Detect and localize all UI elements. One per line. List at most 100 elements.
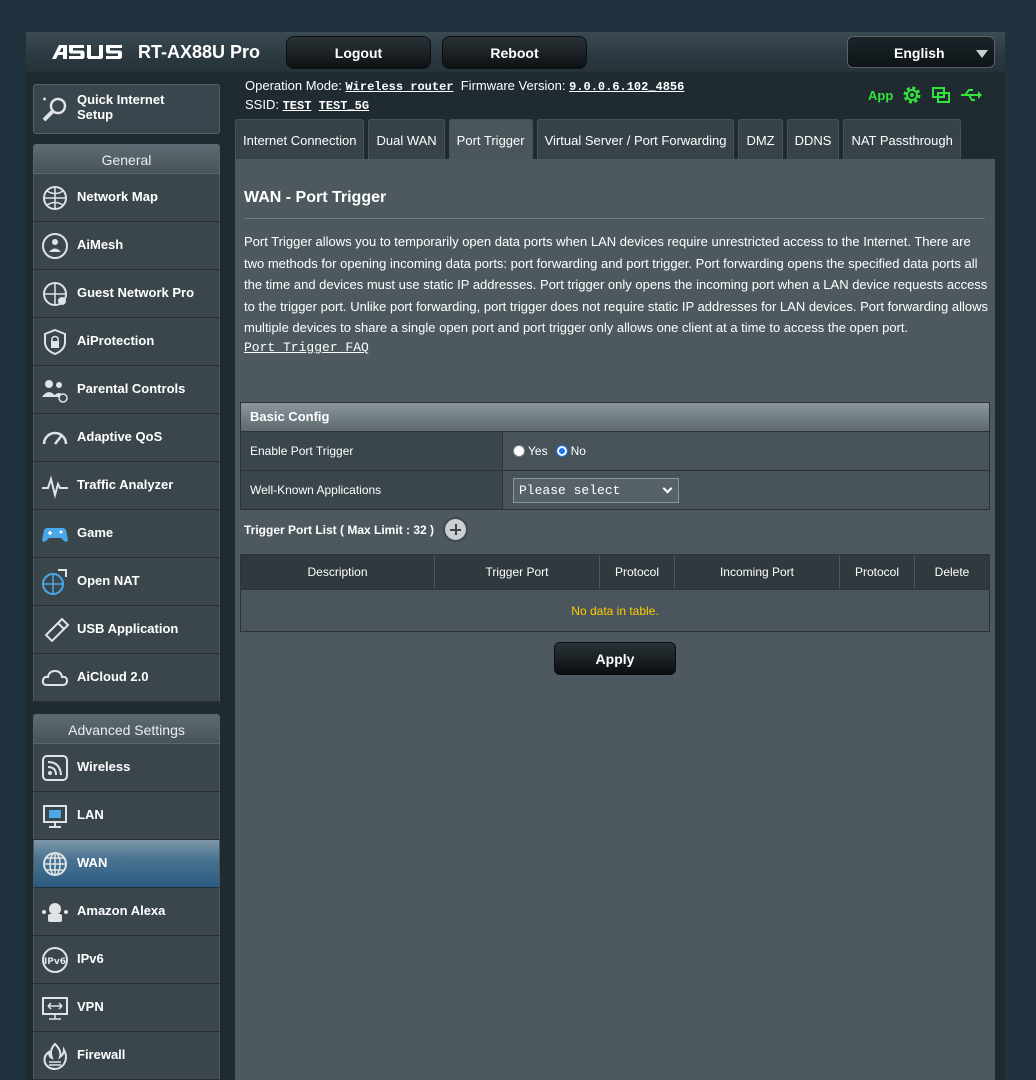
basic-config-table: Basic Config Enable Port Trigger Yes No … <box>240 402 990 510</box>
nav-item-aimesh[interactable]: AiMesh <box>33 222 220 270</box>
nav-item-aicloud[interactable]: AiCloud 2.0 <box>33 654 220 702</box>
nav-item-ipv6[interactable]: IPv6 IPv6 <box>33 936 220 984</box>
enable-port-trigger-label: Enable Port Trigger <box>241 432 503 470</box>
nav-item-network-map[interactable]: Network Map <box>33 174 220 222</box>
well-known-apps-cell: Please select <box>503 471 989 509</box>
nav-label: Network Map <box>77 189 158 204</box>
column-header: Delete <box>934 565 970 579</box>
quick-internet-setup[interactable]: Quick Internet Setup <box>33 84 220 134</box>
nav-item-guest-network[interactable]: Guest Network Pro <box>33 270 220 318</box>
guest-network-icon <box>43 282 67 306</box>
page-title: WAN - Port Trigger <box>244 189 387 206</box>
nav-item-game[interactable]: Game <box>33 510 220 558</box>
pulse-icon <box>42 475 68 499</box>
nav-label: WAN <box>77 855 108 870</box>
empty-table-message: No data in table. <box>241 589 989 631</box>
language-select[interactable]: English <box>847 36 995 68</box>
nav-label: LAN <box>77 807 104 822</box>
alexa-icon <box>42 903 68 922</box>
nav-label: Open NAT <box>77 573 140 588</box>
column-header: Protocol <box>600 555 675 589</box>
table-header: Description Trigger Port Protocol Incomi… <box>241 555 989 589</box>
op-mode-label: Operation Mode: <box>245 78 342 93</box>
nav-item-parental-controls[interactable]: Parental Controls <box>33 366 220 414</box>
nav-label: Parental Controls <box>77 381 186 396</box>
basic-config-heading: Basic Config <box>241 403 989 431</box>
apply-button[interactable]: Apply <box>554 642 676 675</box>
faq-link[interactable]: Port Trigger FAQ <box>244 340 369 355</box>
well-known-apps-value: Please select <box>519 482 621 498</box>
firewall-icon <box>43 1042 67 1071</box>
asus-logo <box>52 45 122 59</box>
yes-radio[interactable] <box>513 445 525 457</box>
nav-label: VPN <box>77 999 104 1014</box>
shield-lock-icon <box>44 328 66 356</box>
well-known-apps-select[interactable]: Please select <box>513 477 679 503</box>
system-info: Operation Mode: Wireless router Firmware… <box>245 76 684 114</box>
nav-item-wan[interactable]: WAN <box>33 840 220 888</box>
nav-item-usb-application[interactable]: USB Application <box>33 606 220 654</box>
firmware-link[interactable]: 9.0.0.6.102_4856 <box>569 80 684 94</box>
quick-internet-setup-label: Quick Internet Setup <box>77 92 165 122</box>
tab-dmz[interactable]: DMZ <box>738 119 783 160</box>
nav-item-traffic-analyzer[interactable]: Traffic Analyzer <box>33 462 220 510</box>
ipv6-icon: IPv6 <box>42 947 68 973</box>
ssid-link-1[interactable]: TEST <box>283 99 312 113</box>
advanced-section: Advanced Settings Wireless LAN WAN Amazo… <box>33 714 220 1080</box>
nav-label: IPv6 <box>77 951 104 966</box>
nav-label: Traffic Analyzer <box>77 477 174 492</box>
nav-item-vpn[interactable]: VPN <box>33 984 220 1032</box>
divider <box>244 218 985 219</box>
router-admin-window: RT-AX88U Pro Logout Reboot English Opera… <box>26 32 1005 1080</box>
logout-button[interactable]: Logout <box>286 36 431 69</box>
page-description: Port Trigger allows you to temporarily o… <box>244 234 989 336</box>
network-map-icon <box>43 186 67 210</box>
ssid-label: SSID: <box>245 97 279 112</box>
nav-item-aiprotection[interactable]: AiProtection <box>33 318 220 366</box>
nav-label: Amazon Alexa <box>77 903 166 918</box>
column-header: Protocol <box>840 555 915 589</box>
lan-icon <box>43 805 67 828</box>
column-header: Incoming Port <box>675 555 840 589</box>
tab-ddns[interactable]: DDNS <box>786 119 840 160</box>
model-name: RT-AX88U Pro <box>138 42 261 62</box>
top-banner: RT-AX88U Pro Logout Reboot English <box>26 32 1005 72</box>
nav-label: Wireless <box>77 759 131 774</box>
tab-port-trigger[interactable]: Port Trigger <box>448 119 533 160</box>
nav-label: Adaptive QoS <box>77 429 163 444</box>
column-header: Trigger Port <box>435 555 600 589</box>
nav-item-open-nat[interactable]: Open NAT <box>33 558 220 606</box>
nav-item-adaptive-qos[interactable]: Adaptive QoS <box>33 414 220 462</box>
yes-label: Yes <box>528 444 548 458</box>
devices-icon[interactable] <box>931 85 951 105</box>
ssid-link-2[interactable]: TEST_5G <box>319 99 369 113</box>
trigger-port-table: Description Trigger Port Protocol Incomi… <box>240 554 990 632</box>
wifi-icon <box>42 755 68 781</box>
nav-item-firewall[interactable]: Firewall <box>33 1032 220 1080</box>
reboot-button[interactable]: Reboot <box>442 36 587 69</box>
no-radio[interactable] <box>555 445 568 457</box>
svg-text:IPv6: IPv6 <box>44 957 66 967</box>
tab-dual-wan[interactable]: Dual WAN <box>368 119 445 160</box>
gear-icon[interactable] <box>901 84 923 106</box>
wand-icon <box>42 97 67 122</box>
tab-nat-passthrough[interactable]: NAT Passthrough <box>843 119 961 160</box>
usb-stick-icon <box>44 617 70 643</box>
general-heading: General <box>33 144 220 174</box>
usb-icon[interactable] <box>959 86 983 104</box>
nav-label: AiCloud 2.0 <box>77 669 149 684</box>
tab-virtual-server[interactable]: Virtual Server / Port Forwarding <box>536 119 735 160</box>
add-rule-icon[interactable] <box>443 517 468 542</box>
op-mode-link[interactable]: Wireless router <box>345 80 453 94</box>
well-known-apps-label: Well-Known Applications <box>241 471 503 509</box>
nav-label: AiMesh <box>77 237 124 252</box>
advanced-heading: Advanced Settings <box>33 714 220 744</box>
nav-item-amazon-alexa[interactable]: Amazon Alexa <box>33 888 220 936</box>
app-link[interactable]: App <box>868 88 893 103</box>
nav-item-wireless[interactable]: Wireless <box>33 744 220 792</box>
tab-internet-connection[interactable]: Internet Connection <box>235 119 365 160</box>
nav-item-lan[interactable]: LAN <box>33 792 220 840</box>
gauge-icon <box>42 431 68 445</box>
firmware-label: Firmware Version: <box>460 78 566 93</box>
globe-icon <box>43 852 67 876</box>
